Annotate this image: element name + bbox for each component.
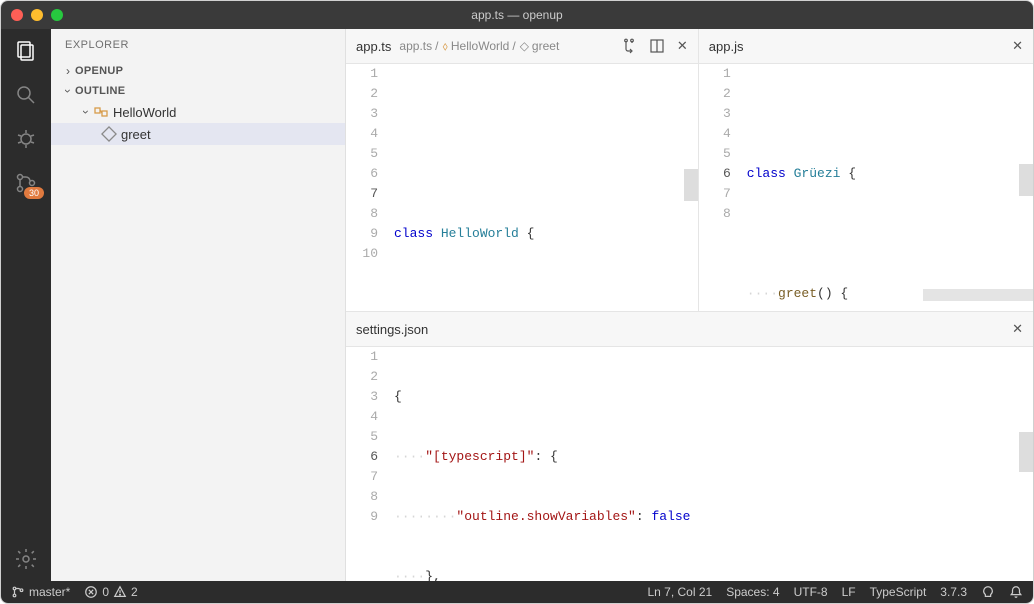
editor-group-app-js: app.js ✕ 1 2 3 4 5 6 7 8 [698,29,1033,311]
scm-badge: 30 [24,187,44,199]
code-content[interactable]: class HelloWorld { ····greet() { ·······… [394,64,698,311]
feedback-icon[interactable] [981,585,995,599]
settings-gear-icon[interactable] [14,547,38,571]
window-title: app.ts — openup [471,8,562,22]
method-symbol-icon: ◇ [520,39,529,53]
compare-changes-icon[interactable] [621,38,637,54]
tab-bar: settings.json ✕ [346,312,1033,347]
minimize-window-button[interactable] [31,9,43,21]
debug-icon[interactable] [14,127,38,151]
window-controls [11,9,63,21]
maximize-window-button[interactable] [51,9,63,21]
editor-area: app.ts app.ts/ ⬨HelloWorld/ ◇greet [346,29,1033,581]
split-editor-icon[interactable] [649,38,665,54]
tab-app-js[interactable]: app.js [709,39,744,54]
notifications-icon[interactable] [1009,585,1023,599]
status-eol[interactable]: LF [842,585,856,599]
chevron-down-icon: › [79,105,93,119]
code-content[interactable]: class Grüezi { ····greet() { ········con… [747,64,1033,311]
tab-bar: app.ts app.ts/ ⬨HelloWorld/ ◇greet [346,29,698,64]
chevron-down-icon: › [61,84,75,98]
search-icon[interactable] [14,83,38,107]
tab-bar: app.js ✕ [699,29,1033,64]
class-symbol-icon: ⬨ [442,39,447,54]
app-window: app.ts — openup 30 EXPLORER [0,0,1034,604]
code-editor[interactable]: 1 2 3 4 5 6 7 8 9 10 [346,64,698,311]
status-problems[interactable]: 0 2 [84,585,137,599]
folder-openup[interactable]: › OPENUP [51,61,345,81]
outline-method-greet[interactable]: greet [51,123,345,145]
status-branch[interactable]: master* [11,585,70,599]
source-control-icon[interactable]: 30 [14,171,38,195]
overview-ruler[interactable] [684,169,698,201]
outline-section[interactable]: › OUTLINE [51,81,345,101]
close-icon[interactable]: ✕ [1012,321,1023,337]
close-icon[interactable]: ✕ [677,38,688,54]
code-content[interactable]: { ····"[typescript]": { ········"outline… [394,347,1033,581]
editor-group-settings-json: settings.json ✕ 1 2 3 4 5 6 7 8 [346,312,1033,581]
line-gutter: 1 2 3 4 5 6 7 8 9 10 [346,64,394,311]
status-cursor-position[interactable]: Ln 7, Col 21 [647,585,712,599]
tab-app-ts[interactable]: app.ts [356,39,391,54]
explorer-header: EXPLORER [51,29,345,61]
close-window-button[interactable] [11,9,23,21]
horizontal-scrollbar[interactable] [923,289,1033,301]
class-symbol-icon [93,104,109,120]
line-gutter: 1 2 3 4 5 6 7 8 9 [346,347,394,581]
titlebar: app.ts — openup [1,1,1033,29]
status-bar: master* 0 2 Ln 7, Col 21 Spaces: 4 UTF-8… [1,581,1033,603]
status-language[interactable]: TypeScript [870,585,927,599]
activity-bar: 30 [1,29,51,581]
chevron-right-icon: › [61,64,75,78]
line-gutter: 1 2 3 4 5 6 7 8 [699,64,747,311]
overview-ruler[interactable] [1019,432,1033,472]
status-indentation[interactable]: Spaces: 4 [726,585,779,599]
editor-group-app-ts: app.ts app.ts/ ⬨HelloWorld/ ◇greet [346,29,698,311]
overview-ruler[interactable] [1019,164,1033,196]
explorer-icon[interactable] [14,39,38,63]
code-editor[interactable]: 1 2 3 4 5 6 7 8 9 { ····"[typescri [346,347,1033,581]
status-ts-version[interactable]: 3.7.3 [940,585,967,599]
outline-class-helloworld[interactable]: › HelloWorld [51,101,345,123]
explorer-sidebar: EXPLORER › OPENUP › OUTLINE › HelloWorld [51,29,346,581]
tab-settings-json[interactable]: settings.json [356,322,428,337]
code-editor[interactable]: 1 2 3 4 5 6 7 8 class Grüezi { [699,64,1033,311]
explorer-tree: › OPENUP › OUTLINE › HelloWorld [51,61,345,145]
method-symbol-icon [101,126,117,142]
breadcrumb[interactable]: app.ts/ ⬨HelloWorld/ ◇greet [399,39,559,54]
close-icon[interactable]: ✕ [1012,38,1023,54]
status-encoding[interactable]: UTF-8 [794,585,828,599]
